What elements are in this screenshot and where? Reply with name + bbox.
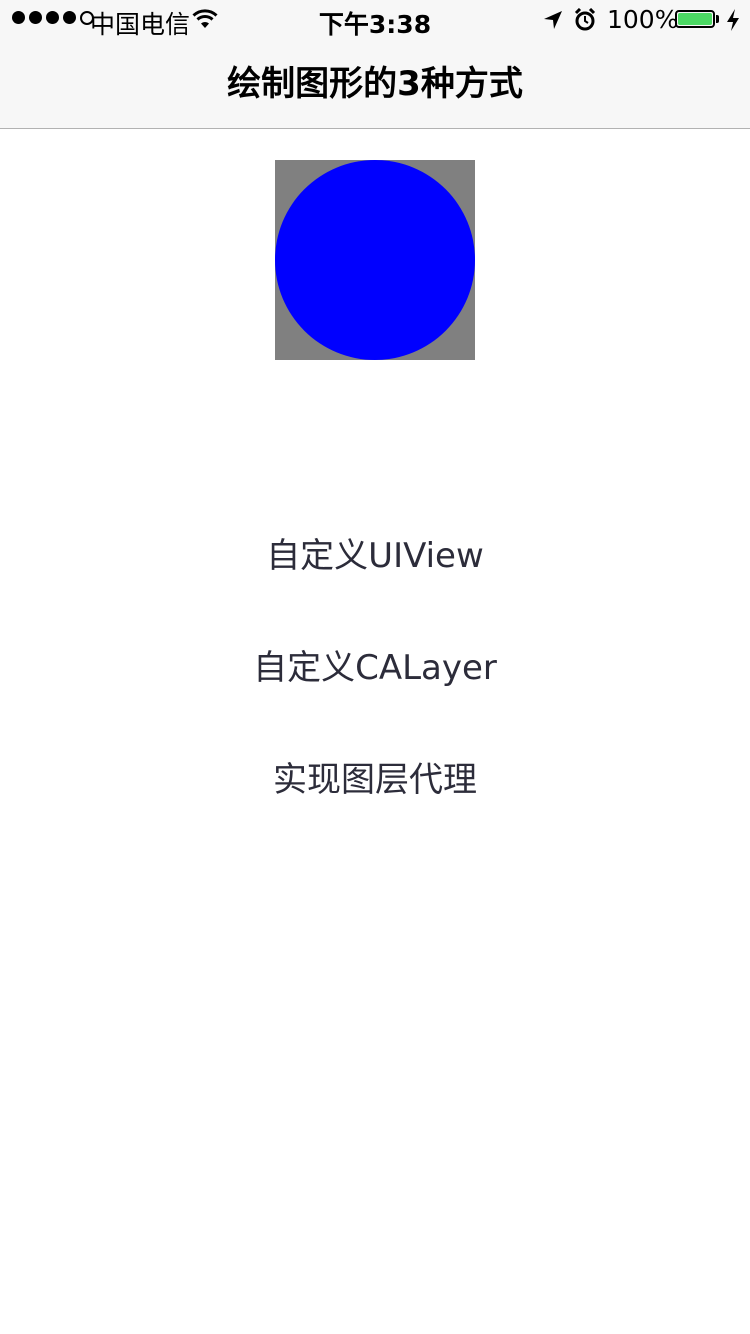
menu-item-custom-uiview[interactable]: 自定义UIView [0,534,750,578]
charging-bolt-icon [727,9,739,31]
page-title: 绘制图形的3种方式 [227,64,523,104]
menu-item-layer-delegate[interactable]: 实现图层代理 [0,758,750,802]
drawing-canvas [275,160,475,360]
battery-icon [675,10,715,28]
navigation-bar: 中国电信 下午3:38 100% 绘制图形的3种方式 [0,0,750,129]
menu-item-custom-calayer[interactable]: 自定义CALayer [0,646,750,690]
battery-fill [678,13,712,25]
battery-percentage: 100% [607,5,679,34]
location-arrow-icon [544,11,562,29]
blue-circle [275,160,475,360]
battery-tip [716,15,719,23]
alarm-clock-icon [574,8,596,31]
status-bar: 中国电信 下午3:38 100% [0,0,750,40]
